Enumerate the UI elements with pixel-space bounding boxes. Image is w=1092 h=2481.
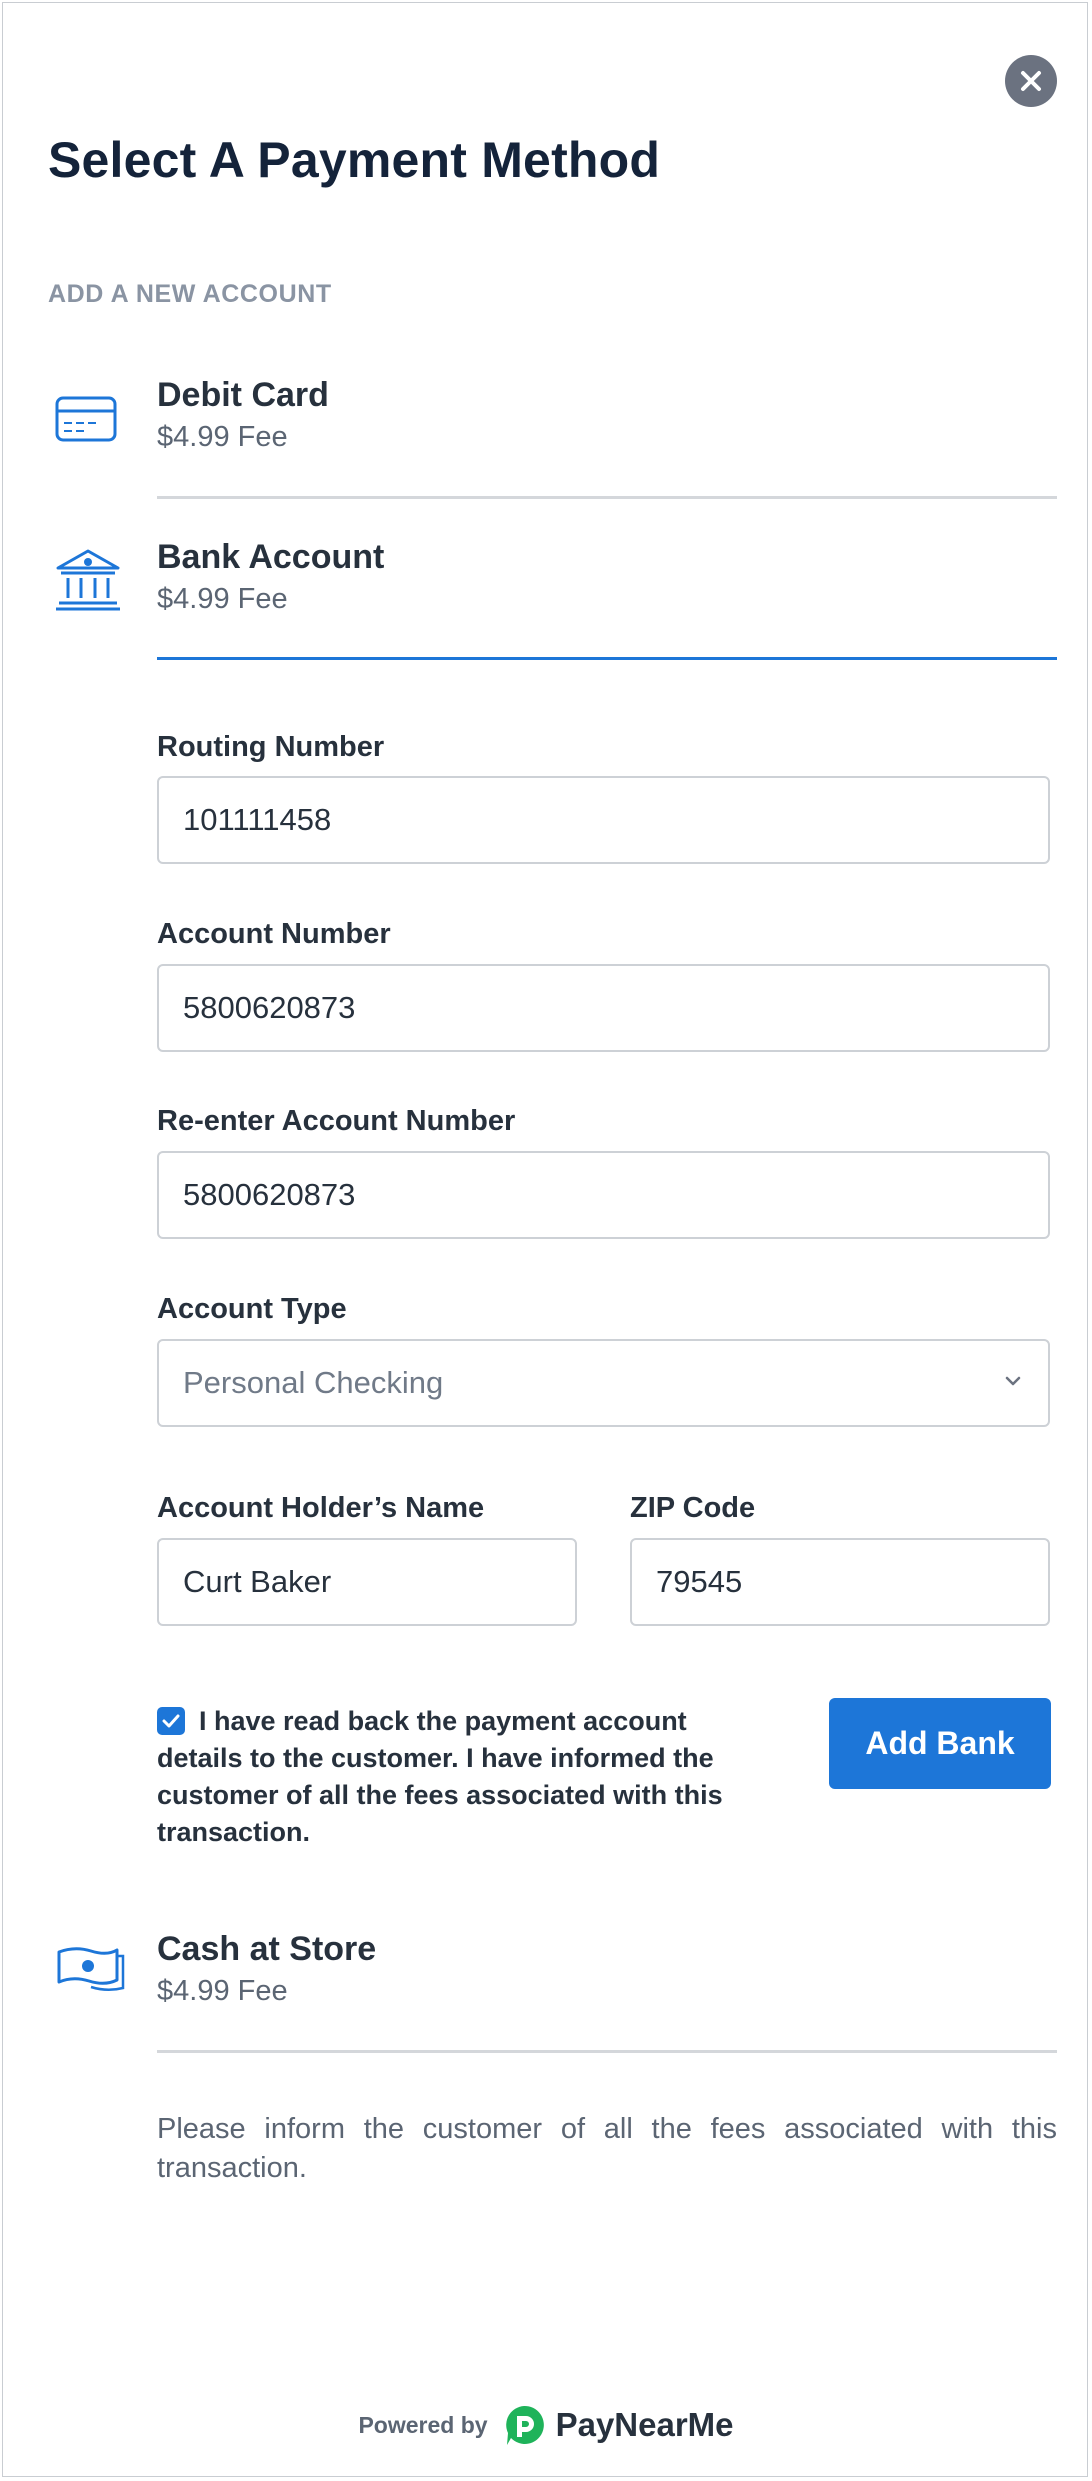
method-fee: $4.99 Fee — [157, 1975, 288, 2007]
routing-number-label: Routing Number — [157, 731, 385, 763]
method-name: Cash at Store — [157, 1930, 377, 1968]
method-name: Debit Card — [157, 376, 329, 414]
chevron-down-icon — [1005, 1376, 1021, 1386]
reenter-account-number-label: Re-enter Account Number — [157, 1105, 516, 1137]
brand-name: PayNearMe — [555, 2406, 734, 2443]
zip-code-label: ZIP Code — [630, 1492, 756, 1524]
close-icon — [1021, 71, 1041, 91]
page-title: Select A Payment Method — [48, 132, 661, 188]
account-type-select[interactable]: Personal Checking — [157, 1339, 1050, 1427]
add-bank-button[interactable]: Add Bank — [829, 1698, 1051, 1789]
close-button[interactable] — [1005, 55, 1057, 107]
account-holder-input[interactable]: Curt Baker — [157, 1538, 577, 1626]
fees-notice: Please inform the customer of all the fe… — [157, 2113, 1057, 2184]
account-type-label: Account Type — [157, 1293, 347, 1325]
powered-by-footer: Powered by PayNearMe — [3, 2403, 1089, 2447]
divider — [157, 2050, 1057, 2053]
divider-active — [157, 657, 1057, 660]
bank-icon — [56, 549, 120, 611]
method-name: Bank Account — [157, 538, 385, 576]
account-number-label: Account Number — [157, 918, 391, 950]
section-label: ADD A NEW ACCOUNT — [48, 280, 332, 308]
method-debit-card[interactable]: Debit Card $4.99 Fee — [3, 363, 1089, 503]
account-type-value: Personal Checking — [183, 1365, 444, 1400]
consent-text: I have read back the payment account det… — [157, 1706, 723, 1847]
account-holder-label: Account Holder’s Name — [157, 1492, 485, 1524]
method-fee: $4.99 Fee — [157, 583, 288, 615]
credit-card-icon — [55, 396, 117, 442]
method-bank-account[interactable]: Bank Account $4.99 Fee — [3, 523, 1089, 653]
routing-number-input[interactable]: 101111458 — [157, 776, 1050, 864]
method-fee: $4.99 Fee — [157, 421, 288, 453]
reenter-account-number-input[interactable]: 5800620873 — [157, 1151, 1050, 1239]
powered-by-label: Powered by — [358, 2411, 488, 2438]
divider — [157, 496, 1057, 499]
zip-code-input[interactable]: 79545 — [630, 1538, 1050, 1626]
account-number-input[interactable]: 5800620873 — [157, 964, 1050, 1052]
cash-icon — [57, 1947, 125, 1991]
paynearme-logo-icon — [505, 2405, 544, 2445]
method-cash-at-store[interactable]: Cash at Store $4.99 Fee — [3, 1908, 1089, 2048]
payment-method-panel: Select A Payment Method ADD A NEW ACCOUN… — [2, 2, 1088, 2477]
